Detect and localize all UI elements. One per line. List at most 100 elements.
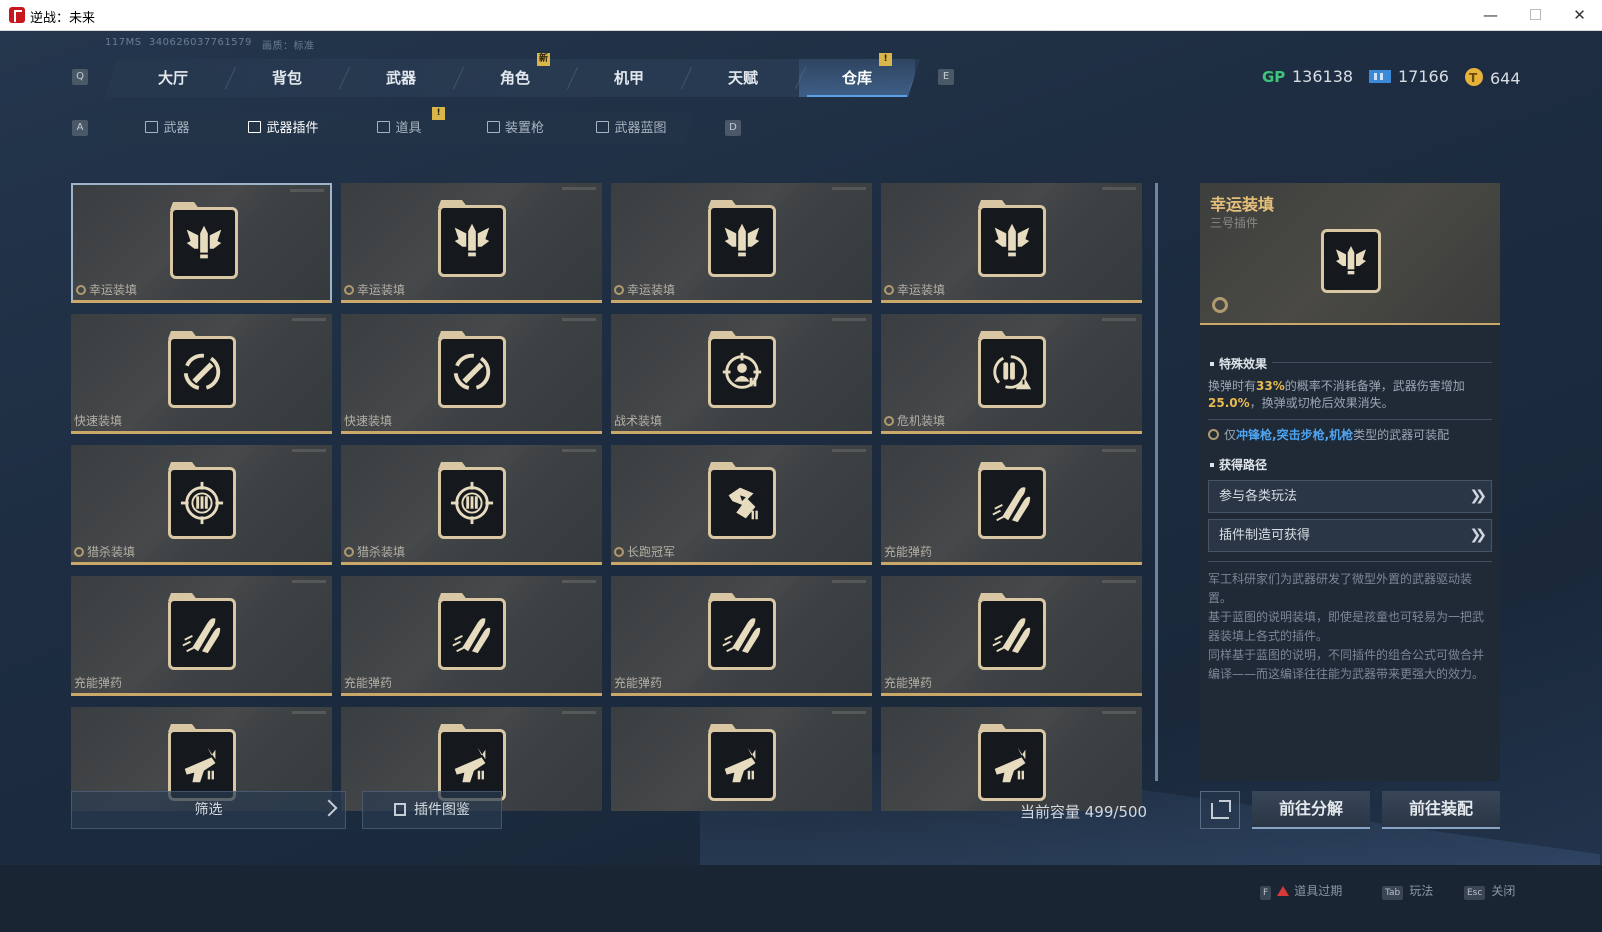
plugin-card[interactable]: 猎杀装填 (71, 445, 332, 565)
subtab-label: 装置枪 (504, 121, 544, 136)
plugin-card[interactable]: 充能弹药 (881, 445, 1142, 565)
plugin-codex-button[interactable]: 插件图鉴 (362, 791, 502, 829)
plugin-card[interactable]: 充能弹药 (611, 576, 872, 696)
export-button[interactable] (1200, 791, 1240, 829)
runner-icon (708, 467, 776, 539)
cog-icon (614, 285, 624, 295)
tab-4[interactable]: 机甲 (571, 59, 687, 97)
currency-0: GP 136138 (1262, 67, 1353, 89)
tab-1[interactable]: 背包 (229, 59, 345, 97)
divider (1208, 561, 1492, 562)
lore-paragraph: 基于蓝图的说明装填，即使是孩童也可轻易为一把武器装填上各式的插件。 (1208, 610, 1485, 643)
plugin-card[interactable] (611, 707, 872, 811)
source-route-button[interactable]: 插件制造可获得 ❯❯ (1208, 519, 1492, 552)
detail-header: 幸运装填 三号插件 (1200, 183, 1500, 325)
subtab-label: 武器插件 (266, 121, 319, 136)
effect-text: 换弹时有 (1208, 379, 1257, 393)
tab-label: 仓库 (841, 69, 872, 87)
currency-value: 136138 (1292, 67, 1354, 86)
card-label: 充能弹药 (614, 674, 662, 691)
subtab-4[interactable]: 武器蓝图 (574, 113, 689, 145)
tab-3[interactable]: 角色 (457, 59, 573, 97)
source-section-title: 获得路径 (1210, 456, 1267, 473)
charged-ammo-icon (978, 598, 1046, 670)
card-decor-stripe (562, 580, 596, 583)
subtab-badge: ! (432, 107, 445, 120)
footer-hint-0[interactable]: F 道具过期 (1260, 882, 1342, 900)
filter-button[interactable]: 筛选 (71, 791, 346, 829)
equip-button[interactable]: 前往装配 (1382, 791, 1500, 829)
svg-text:T: T (1469, 71, 1478, 85)
plugin-card[interactable]: 充能弹药 (881, 576, 1142, 696)
window-title: 逆战：未来 (30, 11, 96, 26)
footer-hint-1[interactable]: Tab 玩法 (1382, 882, 1433, 900)
subtab-1[interactable]: 武器插件 (226, 113, 341, 145)
winged-bullet-icon (438, 205, 506, 277)
card-decor-stripe (1102, 711, 1136, 714)
charged-ammo-icon (708, 598, 776, 670)
card-name: 充能弹药 (884, 545, 933, 559)
footer-bar (0, 865, 1602, 932)
plugin-card[interactable]: 危机装填 (881, 314, 1142, 434)
card-label: 战术装填 (614, 412, 662, 429)
source-route-button[interactable]: 参与各类玩法 ❯❯ (1208, 480, 1492, 513)
decompose-button[interactable]: 前往分解 (1252, 791, 1370, 829)
plugin-card[interactable]: 幸运装填 (341, 183, 602, 303)
card-decor-stripe (1102, 580, 1136, 583)
tab-5[interactable]: 天赋 (685, 59, 801, 97)
plugin-card[interactable]: 快速装填 (341, 314, 602, 434)
effect-value: 25.0% (1208, 396, 1250, 410)
tab-divider (909, 67, 920, 89)
detail-subtitle: 三号插件 (1210, 216, 1259, 230)
plugin-card[interactable]: 幸运装填 (611, 183, 872, 303)
effect-text: 的概率不消耗备弹，武器伤害增加 (1284, 379, 1465, 393)
tab-6[interactable]: 仓库 (799, 59, 915, 97)
lore-paragraph: 同样基于蓝图的说明，不同插件的组合公式可做合并编译——而这编译往往能为武器带来更… (1208, 648, 1485, 681)
card-label: 快速装填 (74, 412, 122, 429)
tab-0[interactable]: 大厅 (115, 59, 231, 97)
card-label: 充能弹药 (884, 674, 932, 691)
hint-label: 关闭 (1491, 884, 1516, 898)
lore-paragraph: 军工科研家们为武器研发了微型外置的武器驱动装置。 (1208, 572, 1473, 605)
tab-label: 天赋 (727, 69, 758, 87)
tab-2[interactable]: 武器 (343, 59, 459, 97)
card-decor-stripe (562, 318, 596, 321)
card-decor-stripe (290, 189, 324, 192)
close-button[interactable]: ✕ (1557, 0, 1602, 30)
plugin-card[interactable]: 猎杀装填 (341, 445, 602, 565)
winged-bullet-icon (1321, 229, 1381, 293)
footer-hint-2[interactable]: Esc 关闭 (1464, 882, 1515, 900)
compatibility-note: 仅冲锋枪,突击步枪,机枪类型的武器可装配 (1208, 426, 1498, 443)
subtab-icon (248, 121, 261, 133)
hint-label: 玩法 (1409, 884, 1434, 898)
card-label: 充能弹药 (884, 543, 932, 560)
tab-label: 机甲 (613, 69, 644, 87)
plugin-card[interactable] (881, 707, 1142, 811)
plugin-card[interactable]: 战术装填 (611, 314, 872, 434)
lore-text: 军工科研家们为武器研发了微型外置的武器驱动装置。 基于蓝图的说明装填，即使是孩童也… (1208, 570, 1492, 684)
plugin-card[interactable]: 充能弹药 (71, 576, 332, 696)
effect-text: ，换弹或切枪后效果消失。 (1249, 396, 1394, 410)
card-name: 充能弹药 (614, 676, 663, 690)
cog-icon (74, 547, 84, 557)
plugin-card[interactable]: 幸运装填 (881, 183, 1142, 303)
minimize-button[interactable]: — (1468, 0, 1513, 30)
card-decor-stripe (292, 580, 326, 583)
sub-tab-bar: 武器 武器插件 道具 装置枪 武器蓝图 (105, 113, 695, 145)
key-hint-a: A (72, 120, 88, 136)
maximize-button[interactable]: ☐ (1513, 0, 1558, 30)
plugin-card[interactable]: 长跑冠军 (611, 445, 872, 565)
divider (1208, 419, 1492, 420)
grid-scrollbar[interactable] (1155, 183, 1158, 781)
subtab-0[interactable]: 武器 (110, 113, 225, 145)
card-decor-stripe (1102, 187, 1136, 190)
plugin-card[interactable]: 幸运装填 (71, 183, 332, 303)
card-decor-stripe (562, 449, 596, 452)
subtab-3[interactable]: 装置枪 (458, 113, 573, 145)
main-tab-bar: 大厅 背包 武器 角色 机甲 天赋 仓库 (105, 59, 920, 97)
plugin-card[interactable]: 快速装填 (71, 314, 332, 434)
tab-label: 武器 (385, 69, 416, 87)
card-label: 快速装填 (344, 412, 392, 429)
plugin-card[interactable]: 充能弹药 (341, 576, 602, 696)
gun-ammo-icon (708, 729, 776, 801)
